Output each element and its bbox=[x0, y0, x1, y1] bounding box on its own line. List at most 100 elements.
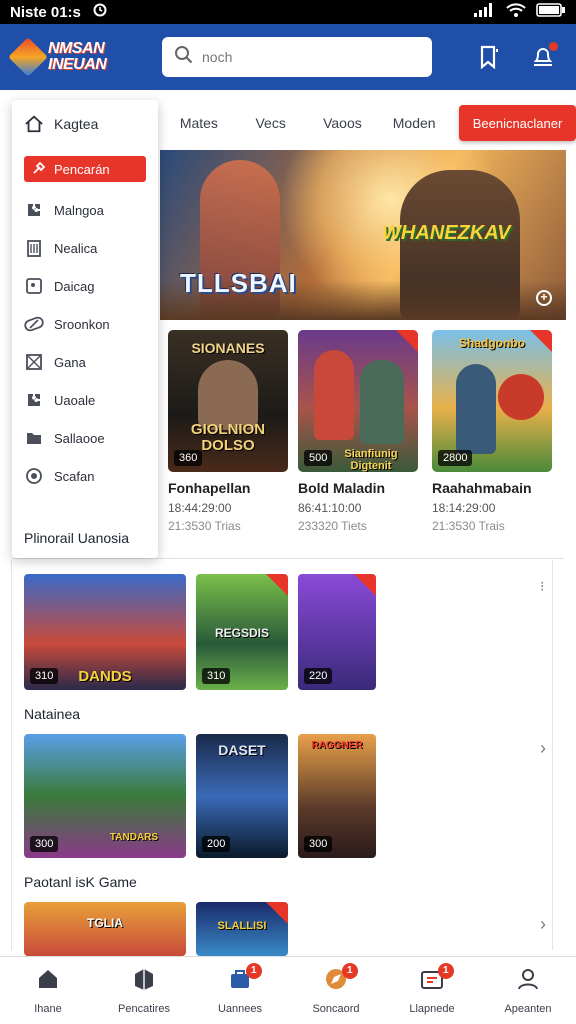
logo-line-2: INEUAN bbox=[48, 56, 107, 73]
tab-vecs[interactable]: Vecs bbox=[238, 115, 304, 131]
notification-badge: 1 bbox=[245, 963, 262, 979]
top-tabs: Mates Vecs Vaoos Moden Beenicnaclaner bbox=[160, 100, 576, 146]
circle-icon bbox=[24, 466, 44, 486]
bottom-nav: Ihane Pencatires 1 Uannees 1 Soncaord 1 … bbox=[0, 956, 576, 1024]
alarm-icon bbox=[93, 3, 107, 21]
side-menu-item[interactable]: Sallaooe bbox=[24, 428, 154, 448]
side-menu-footer[interactable]: Plinorail Uanosia bbox=[24, 530, 129, 546]
featured-card[interactable]: Shadgonbo 2800 Raahahmabain 18:14:29:00 … bbox=[432, 330, 552, 533]
card-badge: 300 bbox=[30, 836, 59, 852]
signal-icon bbox=[474, 3, 496, 21]
cover-character bbox=[360, 360, 404, 444]
card-meta: 18:44:29:00 bbox=[168, 501, 232, 515]
side-menu-label: Nealica bbox=[54, 240, 98, 256]
notification-badge: 1 bbox=[341, 963, 358, 979]
search-icon bbox=[174, 45, 194, 70]
search-input[interactable] bbox=[202, 49, 412, 65]
side-menu-item[interactable]: Daicag bbox=[24, 276, 154, 296]
side-menu-item[interactable]: Gana bbox=[24, 352, 154, 372]
bottom-nav-soncaord[interactable]: 1 Soncaord bbox=[288, 957, 384, 1024]
game-thumb[interactable]: DASET 200 bbox=[196, 734, 288, 858]
hero-banner[interactable]: WHANEZKAV TLLSBAI + bbox=[160, 150, 566, 320]
home-icon bbox=[24, 114, 44, 134]
notification-badge: 1 bbox=[437, 963, 454, 979]
game-thumb[interactable]: RAGGNER 300 bbox=[298, 734, 376, 858]
side-menu-item[interactable]: Scafan bbox=[24, 466, 154, 486]
tab-mates[interactable]: Mates bbox=[166, 115, 232, 131]
hero-title-left: TLLSBAI bbox=[180, 268, 297, 298]
cover-shield bbox=[498, 374, 544, 420]
row-title: Paotanl isK Game bbox=[24, 874, 137, 890]
bottom-nav-profile[interactable]: Apeanten bbox=[480, 957, 576, 1024]
tab-moden[interactable]: Moden bbox=[381, 115, 447, 131]
app-logo[interactable]: NMSAN INEUAN bbox=[8, 34, 126, 80]
tag-icon bbox=[24, 276, 44, 296]
card-badge: 360 bbox=[174, 450, 203, 466]
tab-vaoos[interactable]: Vaoos bbox=[310, 115, 376, 131]
folder-icon bbox=[24, 428, 44, 448]
home-icon bbox=[35, 966, 61, 997]
status-time: Niste 01:s bbox=[10, 3, 81, 21]
hero-expand-icon[interactable]: + bbox=[536, 290, 552, 306]
side-menu-item[interactable]: Sroonkon bbox=[24, 314, 154, 334]
search-bar[interactable] bbox=[162, 37, 432, 77]
side-menu-label: Uaoale bbox=[54, 392, 96, 408]
side-menu: Kagtea Pencarán Malngoa Nealica Daicag S… bbox=[12, 100, 158, 558]
side-menu-label: Sroonkon bbox=[54, 316, 110, 332]
card-title: Fonhapellan bbox=[168, 480, 251, 496]
game-thumb[interactable]: SLALLISI bbox=[196, 902, 288, 956]
puzzle-icon bbox=[131, 966, 157, 997]
card-badge: 310 bbox=[30, 668, 59, 684]
game-thumb[interactable]: REGSDIS 310 bbox=[196, 574, 288, 690]
side-menu-item-home[interactable]: Kagtea bbox=[24, 114, 154, 134]
card-meta-secondary: 21:3530 Trias bbox=[168, 519, 241, 533]
featured-card[interactable]: SIONANES GIOLNION DOLSO 360 Fonhapellan … bbox=[168, 330, 288, 533]
chevron-right-icon[interactable]: › bbox=[540, 914, 546, 935]
section-border-right bbox=[552, 560, 553, 950]
bottom-nav-home[interactable]: Ihane bbox=[0, 957, 96, 1024]
cta-button[interactable]: Beenicnaclaner bbox=[459, 105, 576, 141]
side-menu-item-search[interactable]: Pencarán bbox=[24, 156, 146, 182]
side-menu-label: Daicag bbox=[54, 278, 95, 294]
card-meta-secondary: 21:3530 Trais bbox=[432, 519, 505, 533]
featured-cover: SIONANES GIOLNION DOLSO 360 bbox=[168, 330, 288, 472]
game-thumb[interactable]: DANDS 310 bbox=[24, 574, 186, 690]
side-menu-item[interactable]: Nealica bbox=[24, 238, 154, 258]
side-menu-label: Scafan bbox=[54, 468, 95, 484]
notification-dot bbox=[549, 42, 558, 51]
side-menu-label: Malngoa bbox=[54, 202, 104, 218]
card-meta: 86:41:10:00 bbox=[298, 501, 362, 515]
card-badge: 300 bbox=[304, 836, 333, 852]
profile-icon bbox=[515, 966, 541, 997]
side-menu-item[interactable]: Malngoa bbox=[24, 200, 154, 220]
bookmark-button[interactable] bbox=[476, 44, 502, 70]
side-menu-label: Pencarán bbox=[54, 161, 110, 177]
battery-icon bbox=[536, 3, 566, 21]
more-icon[interactable]: ⁝ bbox=[540, 578, 544, 595]
bottom-nav-llapnede[interactable]: 1 Llapnede bbox=[384, 957, 480, 1024]
wifi-icon bbox=[506, 3, 526, 21]
logo-line-1: NMSAN bbox=[48, 40, 105, 57]
game-thumb[interactable]: 220 bbox=[298, 574, 376, 690]
bottom-nav-pencatires[interactable]: Pencatires bbox=[96, 957, 192, 1024]
featured-cover: Shadgonbo 2800 bbox=[432, 330, 552, 472]
notifications-button[interactable] bbox=[530, 42, 558, 70]
row-title: Natainea bbox=[24, 706, 81, 722]
logo-mark-icon bbox=[8, 37, 48, 77]
featured-cover: Sianfiunig Digtenit 500 bbox=[298, 330, 418, 472]
bookmark-icon bbox=[480, 45, 498, 70]
bottom-nav-uannees[interactable]: 1 Uannees bbox=[192, 957, 288, 1024]
side-menu-label: Gana bbox=[54, 354, 86, 370]
corner-ribbon bbox=[396, 330, 418, 352]
side-menu-item[interactable]: Uaoale bbox=[24, 390, 154, 410]
game-thumb[interactable]: TGLIA bbox=[24, 902, 186, 956]
card-badge: 500 bbox=[304, 450, 333, 466]
corner-ribbon bbox=[266, 574, 288, 596]
app-root: Niste 01:s NMSAN INEUAN noch Mates Vecs … bbox=[0, 0, 576, 1024]
game-thumb[interactable]: TANDARS 300 bbox=[24, 734, 186, 858]
section-divider bbox=[12, 558, 564, 559]
featured-card[interactable]: Sianfiunig Digtenit 500 Bold Maladin 86:… bbox=[298, 330, 418, 533]
card-badge: 2800 bbox=[438, 450, 473, 466]
building-icon bbox=[24, 238, 44, 258]
chevron-right-icon[interactable]: › bbox=[540, 738, 546, 759]
